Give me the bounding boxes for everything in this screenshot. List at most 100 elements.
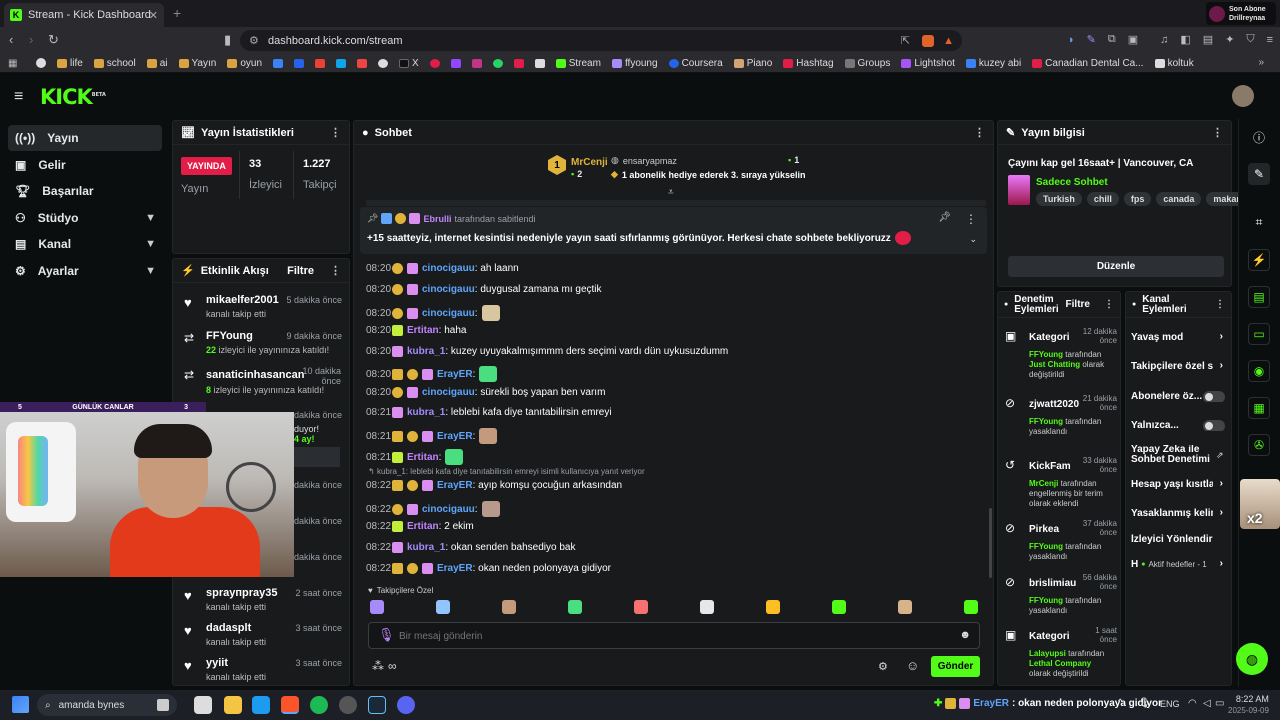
activity-filter-button[interactable]: Filtre [287,265,314,277]
emote-only-item[interactable]: Yalnızca... [1131,420,1225,431]
message-username[interactable]: cinocigauu [422,284,475,295]
chat-input-box[interactable]: 🎙︎ ☻ [368,622,980,649]
avatar[interactable] [1232,85,1254,107]
message-username[interactable]: kubra_1 [407,407,445,418]
pinned-by-user[interactable]: Ebrulli [423,214,451,224]
slow-mode-item[interactable]: Yavaş mod › [1131,332,1225,343]
chat-message[interactable]: 08:20 cinocigauu: [366,305,500,321]
bookmark-icon[interactable]: ▮ [224,32,231,48]
store-icon[interactable] [252,696,270,714]
more-options-icon[interactable]: ⋮ [1212,126,1223,139]
emote-button[interactable] [964,600,978,614]
message-username[interactable]: cinocigauu [422,387,475,398]
crop-icon[interactable]: ⌗ [1248,211,1270,233]
send-button[interactable]: Gönder [931,656,980,677]
sidebar-icon[interactable]: ◧ [1180,33,1190,46]
chevron-down-icon[interactable]: ⌄ [969,234,977,245]
media-icon[interactable]: ♫ [1160,34,1168,46]
taskbar-clock[interactable]: 8:22 AM 2025-09-09 [1228,693,1269,717]
chat-message[interactable]: 08:20 ErayER: [366,366,498,382]
stream-category[interactable]: Sadece Sohbet [1036,177,1108,188]
chat-input[interactable] [399,628,939,644]
message-username[interactable]: ErayER [437,563,473,574]
bookmark-kuzey[interactable]: kuzey abi [965,58,1021,69]
chat-message[interactable]: 08:22 Ertitan: 2 ekim [366,521,474,532]
chat-scrollbar[interactable] [989,508,992,578]
chat-message[interactable]: 08:22 ErayER: ayıp komşu çocuğun arkasınd… [366,480,622,491]
chat-message[interactable]: 08:21 Ertitan: [366,449,464,465]
subscribers-only-item[interactable]: Abonelere öz... [1131,391,1225,402]
more-bookmarks-icon[interactable]: » [1258,57,1264,68]
bookmark-icons-group-2[interactable] [429,58,545,68]
message-username[interactable]: kubra_1 [407,542,445,553]
pencil-icon[interactable]: ✎ [1248,163,1270,185]
emote-button[interactable] [700,600,714,614]
apps-icon[interactable]: ▦ [8,58,17,69]
kick-logo[interactable]: KICKBETA [40,85,106,109]
message-username[interactable]: cinocigauu [422,308,475,319]
gift-prompt[interactable]: ◆ 1 abonelik hediye ederek 3. sıraya yüks… [611,169,806,180]
lightning-icon[interactable]: ⚡ [1248,249,1270,271]
discord-icon[interactable] [397,696,415,714]
bookmark-ffyoung[interactable]: ffyoung [611,58,658,69]
chat-message[interactable]: 08:20 cinocigauu: duygusal zamana mı geçt… [366,284,602,295]
bookmark-stream[interactable]: Stream [555,58,601,69]
extension-icon[interactable]: ◗ [1068,34,1075,46]
bookmark-groups[interactable]: Groups [844,58,890,69]
sidebar-item-ayarlar[interactable]: ⚙ Ayarlar ▼ [8,258,162,284]
bookmark-coursera[interactable]: Coursera [668,58,723,69]
mod-actor[interactable]: FFYoung [1029,350,1063,359]
wifi-icon[interactable]: ◠ [1188,698,1197,709]
microphone-icon[interactable]: 🎙︎ [1138,698,1151,709]
emote-button[interactable] [766,600,780,614]
tag[interactable]: chill [1086,192,1119,206]
chat-icon[interactable]: ▭ [1248,323,1270,345]
menu-icon[interactable]: ≡ [1267,34,1273,46]
emote-button[interactable] [502,600,516,614]
tag[interactable]: fps [1123,192,1152,206]
obs-icon[interactable] [339,696,357,714]
account-age-item[interactable]: Hesap yaşı kısıtla › [1131,479,1225,493]
bookmark-icons-group[interactable] [273,58,389,68]
sidebar-item-yayin[interactable]: ((•)) Yayın [8,125,162,151]
message-username[interactable]: cinocigauu [422,263,475,274]
bookmark-hashtag[interactable]: Hashtag [783,58,834,69]
leaderboard-user[interactable]: MrCenji [571,157,608,168]
bookmark-life[interactable]: life [57,58,83,69]
hamburger-icon[interactable]: ≡ [14,88,23,106]
vpn-icon[interactable]: ⛉ [1246,33,1254,46]
reply-reference[interactable]: ↰ kubra_1: leblebi kafa diye tanıtabilir… [368,467,645,476]
emote-button[interactable] [898,600,912,614]
bookmark-x[interactable]: X [399,58,419,69]
sidebar-item-gelir[interactable]: ▣ Gelir [8,152,162,178]
unpin-icon[interactable]: 📌︎ [938,212,951,223]
emoji-icon[interactable]: ☻ [959,629,971,641]
more-options-icon[interactable]: ⋮ [974,126,985,139]
microphone-icon[interactable]: 🎙︎ [378,627,395,643]
chat-message[interactable]: 08:22 kubra_1: okan senden bahsediyo bak [366,542,575,553]
battery-icon[interactable]: ▭ [1215,698,1224,709]
chat-message[interactable]: 08:20 kubra_1: kuzey uyuyakalmışımmm ders… [366,346,728,357]
steam-icon[interactable] [368,696,386,714]
bookmark-lightshot[interactable]: Lightshot [901,58,955,69]
message-username[interactable]: Ertitan [407,452,439,463]
mod-actor[interactable]: FFYoung [1029,417,1063,426]
wrench-icon[interactable]: ✇ [1248,434,1270,456]
share-icon[interactable]: ⇱ [901,34,910,47]
message-username[interactable]: ErayER [437,369,473,380]
bookmark-koltuk[interactable]: koltuk [1154,58,1194,69]
new-tab-icon[interactable]: + [173,5,181,21]
bookmark-dental[interactable]: Canadian Dental Ca... [1032,58,1144,69]
rewards-icon[interactable]: ▲ [943,35,954,47]
more-options-icon[interactable]: ⋮ [330,126,341,139]
gear-icon[interactable]: ⚙ [878,660,888,673]
url-field[interactable]: ⚙ dashboard.kick.com/stream ⇱ ▲ [240,30,962,51]
message-username[interactable]: Ertitan [407,521,439,532]
collapse-icon[interactable]: ⩡ [668,187,674,198]
taskbar-search[interactable]: ⌕ amanda bynes [37,694,177,716]
mod-actor[interactable]: MrCenji [1029,479,1058,488]
browser-tab[interactable]: K Stream - Kick Dashboard ✕ [4,3,164,27]
message-username[interactable]: cinocigauu [422,504,475,515]
language-indicator[interactable]: ENG [1160,699,1180,709]
broadcast-icon[interactable]: ◉ [1248,360,1270,382]
